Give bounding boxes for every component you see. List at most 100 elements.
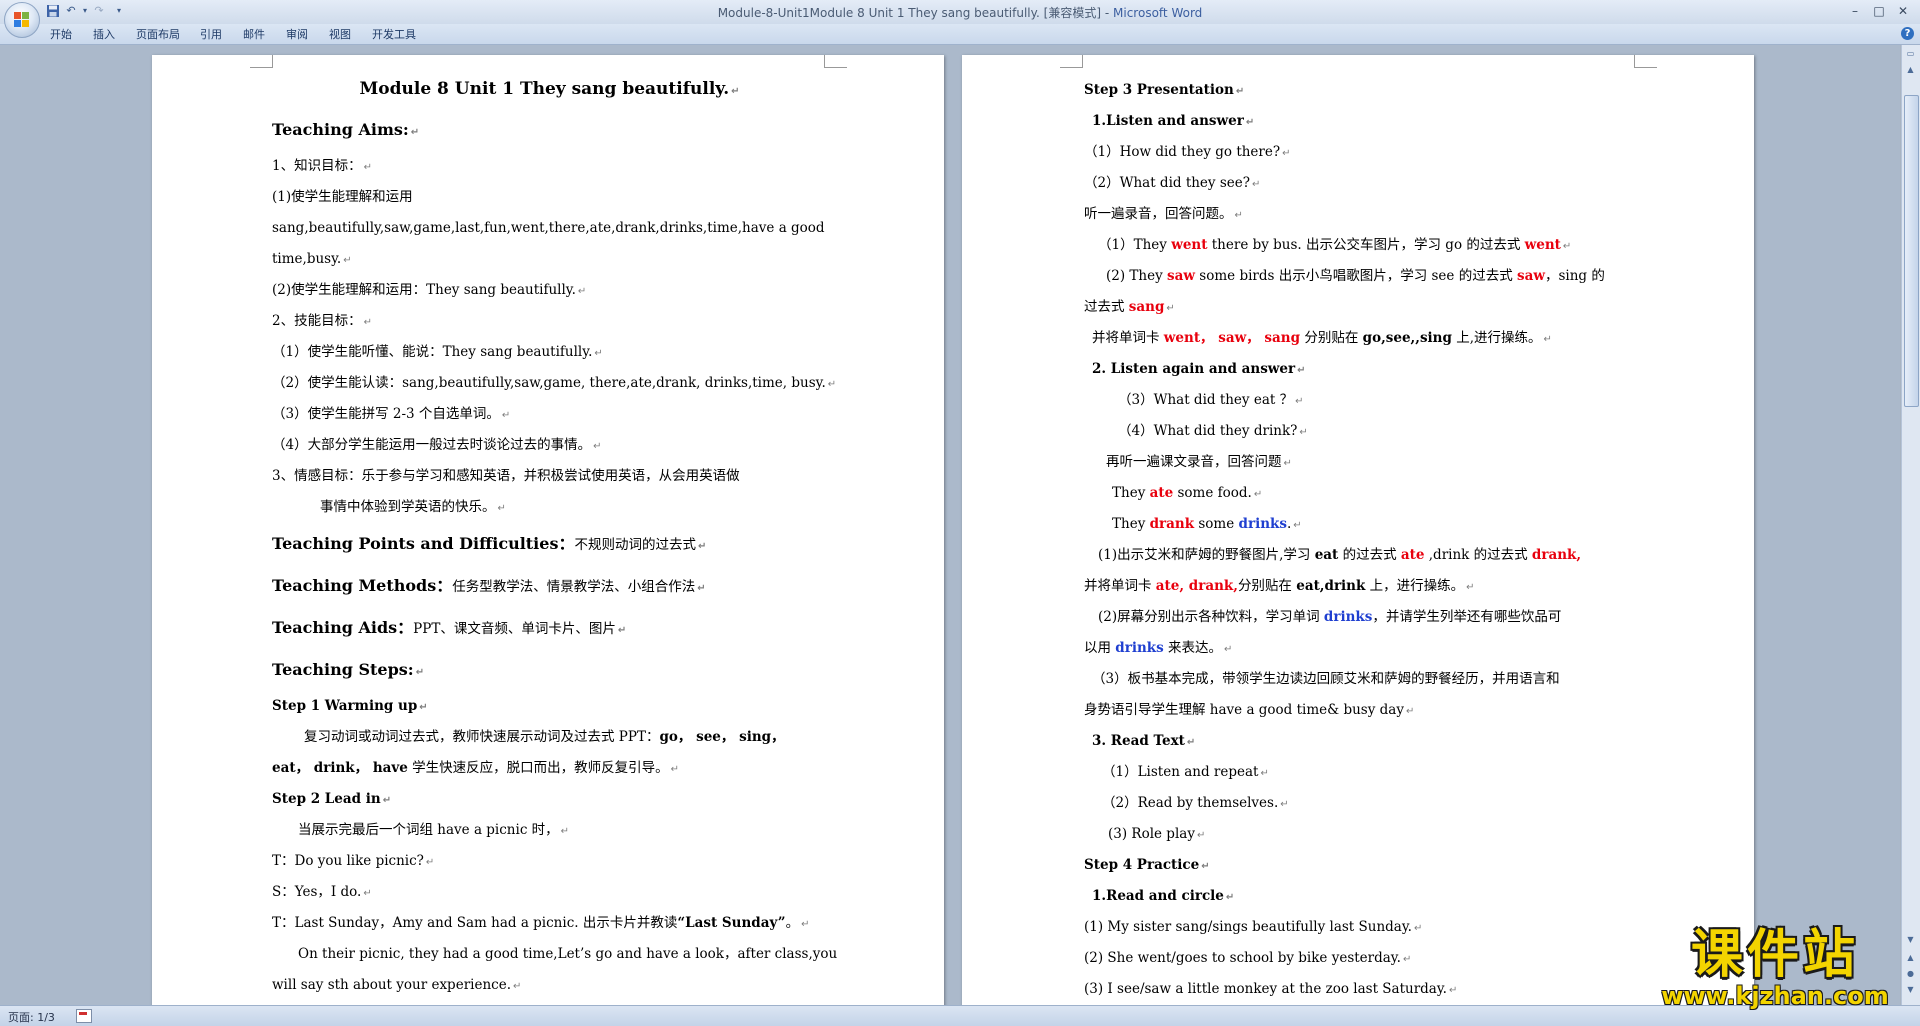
office-logo-icon — [14, 12, 30, 28]
sub-heading: 2. Listen again and answer ↵ — [1092, 361, 1306, 377]
proofing-icon[interactable] — [76, 1009, 92, 1023]
paragraph: 再听一遍课文录音，回答问题 ↵ — [1106, 454, 1292, 470]
previous-page-icon[interactable]: ▲ — [1904, 951, 1917, 965]
page-count[interactable]: 页面: 1/3 — [8, 1009, 55, 1025]
paragraph: （1）Listen and repeat ↵ — [1102, 764, 1269, 780]
paragraph: （4）大部分学生能运用一般过去时谈论过去的事情。 ↵ — [272, 437, 602, 453]
watermark-text: 课件站 — [1690, 925, 1859, 985]
paragraph: 当展示完最后一个词组 have a picnic 时， ↵ — [298, 822, 570, 838]
page-1-body: Module 8 Unit 1 They sang beautifully. ↵ … — [272, 69, 838, 1001]
step-heading: Step 4 Practice ↵ — [1084, 857, 1210, 873]
paragraph: （1）使学生能听懂、能说：They sang beautifully. ↵ — [272, 344, 603, 360]
paragraph: （2）Read by themselves. ↵ — [1102, 795, 1289, 811]
paragraph: 并将单词卡 ate, drank,分别贴在 eat,drink 上，进行操练。 ↵ — [1084, 578, 1475, 594]
app-name: Microsoft Word — [1113, 6, 1203, 20]
tab-references[interactable]: 引用 — [200, 26, 222, 42]
paragraph: 听一遍录音，回答问题。 ↵ — [1084, 206, 1243, 222]
page-2[interactable]: Step 3 Presentation ↵ 1.Listen and answer… — [962, 55, 1754, 1005]
close-button[interactable]: ✕ — [1892, 2, 1914, 20]
paragraph: 1、知识目标： ↵ — [272, 158, 372, 174]
paragraph: 复习动词或动词过去式，教师快速展示动词及过去式 PPT：go， see， sin… — [304, 729, 785, 745]
paragraph: （2）使学生能认读：sang,beautifully,saw,game, the… — [272, 375, 837, 391]
tab-developer[interactable]: 开发工具 — [372, 26, 416, 42]
ruler-toggle-icon[interactable]: ▭ — [1904, 47, 1917, 61]
document-workspace: Module 8 Unit 1 They sang beautifully. ↵ … — [0, 45, 1900, 1005]
paragraph: sang,beautifully,saw,game,last,fun,went,… — [272, 220, 825, 236]
sub-heading: 1.Read and circle ↵ — [1092, 888, 1235, 904]
page-2-body: Step 3 Presentation ↵ 1.Listen and answer… — [1084, 75, 1664, 1005]
heading-teaching-points: Teaching Points and Difficulties：不规则动词的过… — [272, 534, 707, 553]
minimize-button[interactable]: – — [1844, 2, 1866, 20]
sub-heading: 1.Listen and answer ↵ — [1092, 113, 1255, 129]
paragraph: 过去式 sang ↵ — [1084, 299, 1175, 315]
paragraph: S：Yes，I do. ↵ — [272, 884, 372, 900]
paragraph: (1)使学生能理解和运用 — [272, 189, 413, 205]
tab-home[interactable]: 开始 — [50, 26, 72, 42]
paragraph: （3）使学生能拼写 2-3 个自选单词。 ↵ — [272, 406, 511, 422]
page-1[interactable]: Module 8 Unit 1 They sang beautifully. ↵ … — [152, 55, 944, 1005]
margin-corner-mark — [250, 55, 273, 68]
paragraph: (3) Role play ↵ — [1108, 826, 1206, 842]
paragraph: 2、技能目标： ↵ — [272, 313, 372, 329]
paragraph: （1）How did they go there? ↵ — [1084, 144, 1291, 160]
exercise-line: (2) She went/goes to school by bike yest… — [1084, 950, 1412, 966]
margin-corner-mark — [1634, 55, 1657, 68]
paragraph: (2)使学生能理解和运用：They sang beautifully. ↵ — [272, 282, 587, 298]
margin-corner-mark — [824, 55, 847, 68]
heading-teaching-methods: Teaching Methods：任务型教学法、情景教学法、小组合作法 ↵ — [272, 576, 706, 595]
scroll-down-icon[interactable]: ▼ — [1904, 933, 1917, 947]
tab-page-layout[interactable]: 页面布局 — [136, 26, 180, 42]
watermark-logo: 课件站 www.kjzhan.com — [1650, 927, 1900, 1009]
paragraph: 3、情感目标：乐于参与学习和感知英语，并积极尝试使用英语，从会用英语做 — [272, 468, 740, 484]
scroll-thumb[interactable] — [1904, 95, 1919, 407]
paragraph: eat， drink， have 学生快速反应，脱口而出，教师反复引导。 ↵ — [272, 760, 680, 776]
step-heading: Step 3 Presentation ↵ — [1084, 82, 1245, 98]
heading-teaching-aims: Teaching Aims: ↵ — [272, 120, 420, 139]
step-heading: Step 1 Warming up ↵ — [272, 698, 428, 714]
tab-insert[interactable]: 插入 — [93, 26, 115, 42]
paragraph: （1）They went there by bus. 出示公交车图片，学习 go… — [1098, 237, 1572, 253]
document-title: Module 8 Unit 1 They sang beautifully. ↵ — [359, 79, 740, 99]
tab-review[interactable]: 审阅 — [286, 26, 308, 42]
paragraph: T：Do you like picnic? ↵ — [272, 853, 435, 869]
office-button[interactable] — [4, 2, 40, 38]
paragraph: 身势语引导学生理解 have a good time& busy day ↵ — [1084, 702, 1415, 718]
step-heading: Step 2 Lead in ↵ — [272, 791, 392, 807]
paragraph: （4）What did they drink? ↵ — [1118, 423, 1308, 439]
paragraph: 以用 drinks 来表达。 ↵ — [1084, 640, 1233, 656]
paragraph: （3）板书基本完成，带领学生边读边回顾艾米和萨姆的野餐经历，并用语言和 — [1092, 671, 1560, 687]
margin-corner-mark — [1060, 55, 1083, 68]
paragraph: 事情中体验到学英语的快乐。 ↵ — [320, 499, 506, 515]
vertical-scrollbar[interactable]: ▭ ▲ ▼ ▲ ● ▼ — [1901, 45, 1920, 1005]
paragraph: They ate some food. ↵ — [1112, 485, 1263, 501]
exercise-line: (1) My sister sang/sings beautifully las… — [1084, 919, 1423, 935]
paragraph: (1)出示艾米和萨姆的野餐图片,学习 eat 的过去式 ate ,drink 的… — [1098, 547, 1582, 563]
watermark-url: www.kjzhan.com — [1661, 982, 1889, 1010]
status-bar: 页面: 1/3 — [0, 1005, 1920, 1026]
heading-teaching-aids: Teaching Aids：PPT、课文音频、单词卡片、图片 ↵ — [272, 618, 627, 637]
window-title: Module-8-Unit1Module 8 Unit 1 They sang … — [717, 6, 1203, 20]
paragraph: (2) They saw some birds 出示小鸟唱歌图片，学习 see … — [1106, 268, 1605, 284]
tab-view[interactable]: 视图 — [329, 26, 351, 42]
ribbon-tabs: 开始 插入 页面布局 引用 邮件 审阅 视图 开发工具 ? — [0, 24, 1920, 45]
paragraph: 并将单词卡 went， saw， sang 分别贴在 go,see,,sing … — [1092, 330, 1552, 346]
paragraph: time,busy. ↵ — [272, 251, 352, 267]
paragraph: (2)屏幕分别出示各种饮料，学习单词 drinks，并请学生列举还有哪些饮品可 — [1098, 609, 1562, 625]
paragraph: On their picnic, they had a good time,Le… — [298, 946, 838, 962]
maximize-button[interactable]: □ — [1868, 2, 1890, 20]
help-icon[interactable]: ? — [1901, 27, 1914, 40]
exercise-line: (3) I see/saw a little monkey at the zoo… — [1084, 981, 1458, 997]
title-bar: ↶ ▾ ↷ ▾ Module-8-Unit1Module 8 Unit 1 Th… — [0, 0, 1920, 24]
paragraph: （2）What did they see? ↵ — [1084, 175, 1261, 191]
heading-teaching-steps: Teaching Steps: ↵ — [272, 660, 425, 679]
paragraph: T：Last Sunday，Amy and Sam had a picnic. … — [272, 915, 810, 931]
paragraph: They drank some drinks. ↵ — [1112, 516, 1302, 532]
paragraph: will say sth about your experience. ↵ — [272, 977, 522, 993]
scroll-up-icon[interactable]: ▲ — [1904, 63, 1917, 77]
tab-mailings[interactable]: 邮件 — [243, 26, 265, 42]
sub-heading: 3. Read Text ↵ — [1092, 733, 1196, 749]
next-page-icon[interactable]: ▼ — [1904, 983, 1917, 997]
document-name: Module-8-Unit1Module 8 Unit 1 They sang … — [717, 6, 1102, 20]
paragraph: （3）What did they eat ？ ↵ — [1118, 392, 1304, 408]
select-browse-object-icon[interactable]: ● — [1904, 967, 1917, 981]
